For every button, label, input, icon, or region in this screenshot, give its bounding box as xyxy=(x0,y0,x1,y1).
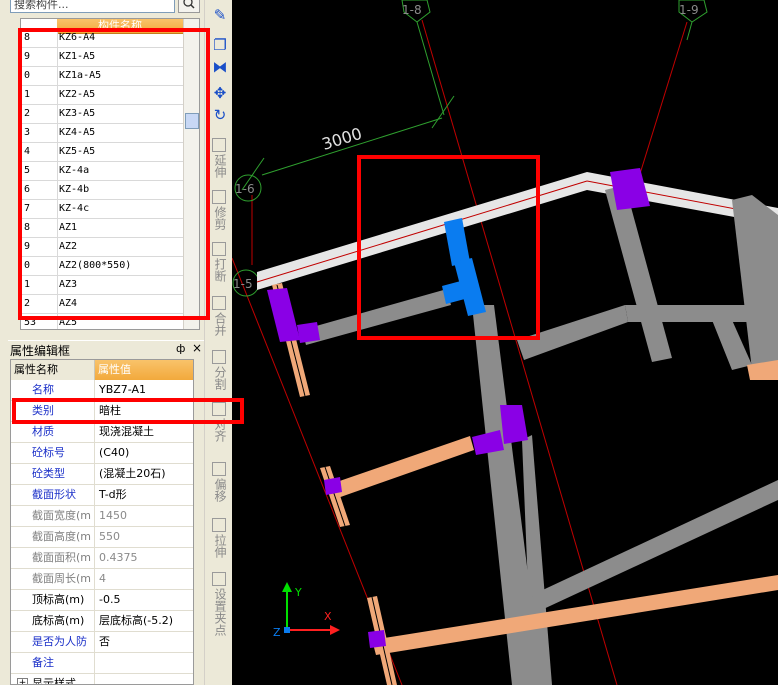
property-value[interactable]: YBZ7-A1 xyxy=(95,380,193,400)
axis-label-y: Y xyxy=(294,586,302,599)
property-value-header: 属性值 xyxy=(95,360,193,380)
expand-toggle[interactable]: + xyxy=(17,678,28,684)
mirror-icon[interactable]: ⧓ xyxy=(209,58,231,76)
grid-label-text-1-6: 1-6 xyxy=(235,182,255,196)
command-icon[interactable] xyxy=(212,350,226,364)
property-value[interactable]: 否 xyxy=(95,632,193,652)
grid-line-green-1-8 xyxy=(416,21,445,116)
command-label[interactable]: 分割 xyxy=(211,366,227,390)
command-icon[interactable] xyxy=(212,462,226,476)
highlight-box-category-row xyxy=(12,398,244,424)
property-name: 顶标高(m) xyxy=(11,590,95,610)
property-name: 备注 xyxy=(11,653,95,673)
property-value[interactable]: 1450 xyxy=(95,506,193,526)
property-row[interactable]: 备注 xyxy=(11,653,193,674)
property-row[interactable]: 底标高(m) 层底标高(-5.2) xyxy=(11,611,193,632)
property-value[interactable]: T-d形 xyxy=(95,485,193,505)
brush-icon[interactable]: ✎ xyxy=(209,6,231,24)
property-value[interactable]: 层底标高(-5.2) xyxy=(95,611,193,631)
grid-label-1-6: 1-6 xyxy=(234,174,262,202)
axis-label-x: X xyxy=(324,610,332,623)
dimension-tick-right xyxy=(431,95,455,129)
search-bar: 搜索构件... xyxy=(0,0,204,15)
close-icon[interactable]: × xyxy=(192,341,202,355)
grid-line-green-1-9 xyxy=(686,21,693,41)
command-icon[interactable] xyxy=(212,572,226,586)
grid-line-1-9 xyxy=(634,21,688,191)
highlight-box-component-list xyxy=(18,28,210,320)
drawing-viewport[interactable]: 1-8 1-9 1-6 1-5 3000 Y X Z xyxy=(232,0,778,685)
property-row[interactable]: 截面高度(m 550 xyxy=(11,527,193,548)
property-row[interactable]: 截面周长(m 4 xyxy=(11,569,193,590)
command-label[interactable]: 打断 xyxy=(211,258,227,282)
grid-label-1-9: 1-9 xyxy=(678,0,708,23)
grid-label-text-1-5: 1-5 xyxy=(233,277,253,291)
property-editor-title: 属性编辑框 xyxy=(10,344,71,358)
command-label[interactable]: 偏移 xyxy=(211,478,227,502)
property-row[interactable]: 是否为人防否 xyxy=(11,632,193,653)
command-icon[interactable] xyxy=(212,518,226,532)
property-editor-titlebar: 属性编辑框 ф × xyxy=(8,340,204,358)
property-row[interactable]: 截面宽度(m 1450 xyxy=(11,506,193,527)
command-label[interactable]: 拉伸 xyxy=(211,534,227,558)
property-value[interactable]: 0.4375 xyxy=(95,548,193,568)
property-name: 砼标号 xyxy=(11,443,95,463)
pin-icon[interactable]: ф xyxy=(176,342,185,355)
drawing-canvas[interactable]: 1-8 1-9 1-6 1-5 3000 Y X Z xyxy=(232,0,778,685)
move-icon[interactable]: ✥ xyxy=(209,84,231,102)
grid-label-1-8: 1-8 xyxy=(401,0,431,23)
property-name: 截面周长(m xyxy=(11,569,95,589)
grid-label-text-1-9: 1-9 xyxy=(679,3,699,17)
command-label[interactable]: 合并 xyxy=(211,312,227,336)
axis-indicator: Y X Z xyxy=(273,582,340,639)
command-icon[interactable] xyxy=(212,190,226,204)
property-row[interactable]: 砼标号 (C40) xyxy=(11,443,193,464)
property-value[interactable] xyxy=(95,674,193,684)
property-value[interactable]: 550 xyxy=(95,527,193,547)
property-value[interactable]: (混凝土20石) xyxy=(95,464,193,484)
property-value[interactable]: 现浇混凝土 xyxy=(95,422,193,442)
property-row[interactable]: 顶标高(m) -0.5 xyxy=(11,590,193,611)
property-name: 截面宽度(m xyxy=(11,506,95,526)
property-name: 截面形状 xyxy=(11,485,95,505)
property-row[interactable]: 显示样式 + xyxy=(11,674,193,684)
property-name: 截面面积(m xyxy=(11,548,95,568)
command-label[interactable]: 延伸 xyxy=(211,154,227,178)
axis-label-z: Z xyxy=(273,626,281,639)
command-icon[interactable] xyxy=(212,138,226,152)
property-row[interactable]: 截面形状 T-d形 xyxy=(11,485,193,506)
command-icon[interactable] xyxy=(212,296,226,310)
property-row[interactable]: 砼类型 (混凝土20石) xyxy=(11,464,193,485)
property-name: 材质 xyxy=(11,422,95,442)
property-value[interactable] xyxy=(95,653,193,673)
rotate-icon[interactable]: ↻ xyxy=(209,106,231,124)
property-row[interactable]: 材质 现浇混凝土 xyxy=(11,422,193,443)
property-name: 是否为人防 xyxy=(11,632,95,652)
property-name: 砼类型 xyxy=(11,464,95,484)
highlight-box-selected-column xyxy=(357,155,540,340)
grid-label-text-1-8: 1-8 xyxy=(402,3,422,17)
property-value[interactable]: 4 xyxy=(95,569,193,589)
property-value[interactable]: (C40) xyxy=(95,443,193,463)
search-button[interactable] xyxy=(178,0,200,13)
search-icon xyxy=(183,0,195,9)
property-row[interactable]: 截面面积(m 0.4375 xyxy=(11,548,193,569)
property-name: 截面高度(m xyxy=(11,527,95,547)
command-label[interactable]: 修剪 xyxy=(211,206,227,230)
property-name-header: 属性名称 xyxy=(11,360,95,380)
command-label[interactable]: 设置夹点 xyxy=(211,588,227,636)
command-icon[interactable] xyxy=(212,242,226,256)
property-value[interactable]: -0.5 xyxy=(95,590,193,610)
property-name: 名称 xyxy=(11,380,95,400)
search-input[interactable]: 搜索构件... xyxy=(10,0,175,13)
property-name: 底标高(m) xyxy=(11,611,95,631)
copy-icon[interactable]: ❐ xyxy=(209,36,231,54)
